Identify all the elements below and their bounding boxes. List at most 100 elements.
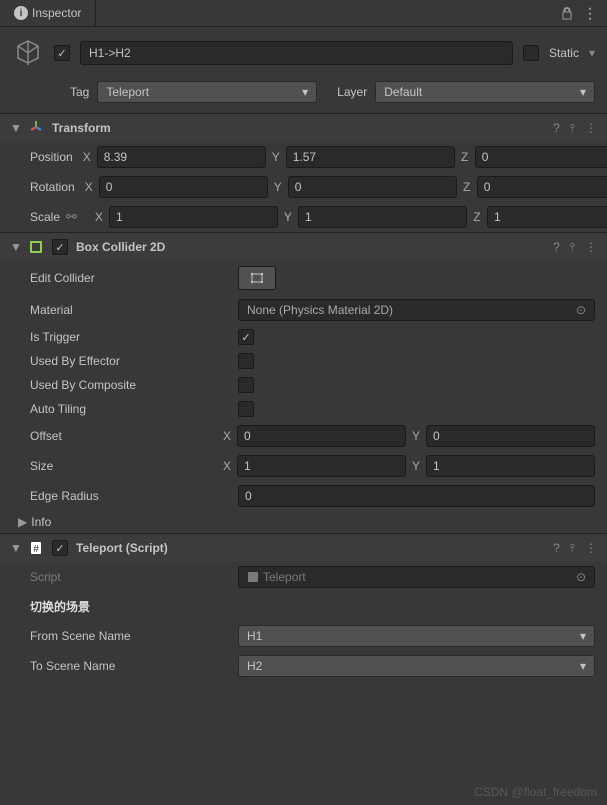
teleport-title: Teleport (Script) (76, 541, 545, 555)
box-collider-icon (28, 239, 44, 255)
size-y-input[interactable] (426, 455, 595, 477)
material-field[interactable]: None (Physics Material 2D) ⊙ (238, 299, 595, 321)
object-picker-icon[interactable]: ⊙ (576, 570, 586, 584)
static-label: Static (549, 46, 579, 60)
to-scene-dropdown[interactable]: H2▾ (238, 655, 595, 677)
svg-text:#: # (33, 544, 39, 555)
position-label: Position (30, 150, 73, 164)
scale-x-input[interactable] (109, 206, 278, 228)
teleport-header[interactable]: ▼ # Teleport (Script) ? ⫯ ⋮ (0, 534, 607, 562)
offset-y-input[interactable] (426, 425, 595, 447)
layer-dropdown[interactable]: Default▾ (375, 81, 595, 103)
gameobject-enabled-checkbox[interactable] (54, 45, 70, 61)
script-value: Teleport (263, 570, 306, 584)
section-header: 切换的场景 (0, 592, 607, 621)
offset-x-input[interactable] (237, 425, 406, 447)
size-x-input[interactable] (237, 455, 406, 477)
foldout-icon: ▶ (18, 515, 27, 529)
transform-title: Transform (52, 121, 545, 135)
inspector-header: i Inspector ⋮ (0, 0, 607, 27)
preset-icon[interactable]: ⫯ (570, 121, 575, 136)
info-label: Info (31, 515, 51, 529)
y-label: Y (270, 150, 282, 164)
teleport-component: ▼ # Teleport (Script) ? ⫯ ⋮ Script Telep… (0, 533, 607, 681)
teleport-enabled-checkbox[interactable] (52, 540, 68, 556)
box-collider-header[interactable]: ▼ Box Collider 2D ? ⫯ ⋮ (0, 233, 607, 261)
layer-value: Default (384, 85, 422, 99)
info-foldout[interactable]: ▶ Info (0, 511, 607, 533)
position-z-input[interactable] (475, 146, 607, 168)
position-x-input[interactable] (97, 146, 266, 168)
inspector-tab[interactable]: i Inspector (0, 0, 96, 26)
menu-icon[interactable]: ⋮ (583, 5, 597, 22)
rotation-label: Rotation (30, 180, 75, 194)
gameobject-name-input[interactable] (80, 41, 513, 65)
used-by-composite-label: Used By Composite (30, 378, 230, 392)
help-icon[interactable]: ? (553, 240, 560, 254)
foldout-icon: ▼ (10, 240, 20, 254)
used-by-composite-checkbox[interactable] (238, 377, 254, 393)
preset-icon[interactable]: ⫯ (570, 240, 575, 255)
info-icon: i (14, 6, 28, 20)
rotation-x-input[interactable] (99, 176, 268, 198)
script-label: Script (30, 570, 230, 584)
edit-collider-button[interactable] (238, 266, 276, 290)
transform-component: ▼ Transform ? ⫯ ⋮ Position X Y Z Rotatio… (0, 113, 607, 232)
tag-value: Teleport (106, 85, 149, 99)
gameobject-header: Static ▾ (0, 27, 607, 77)
from-scene-label: From Scene Name (30, 629, 230, 643)
scale-z-input[interactable] (487, 206, 607, 228)
used-by-effector-label: Used By Effector (30, 354, 230, 368)
scale-label: Scale ⚯ (30, 209, 85, 225)
menu-icon[interactable]: ⋮ (585, 541, 597, 555)
tab-title: Inspector (32, 6, 81, 20)
layer-label: Layer (337, 85, 367, 99)
from-scene-dropdown[interactable]: H1▾ (238, 625, 595, 647)
auto-tiling-label: Auto Tiling (30, 402, 230, 416)
menu-icon[interactable]: ⋮ (585, 121, 597, 135)
transform-icon (28, 120, 44, 136)
script-field: Teleport ⊙ (238, 566, 595, 588)
menu-icon[interactable]: ⋮ (585, 240, 597, 254)
preset-icon[interactable]: ⫯ (570, 541, 575, 556)
script-mini-icon (247, 571, 259, 583)
material-label: Material (30, 303, 230, 317)
box-collider-2d-component: ▼ Box Collider 2D ? ⫯ ⋮ Edit Collider Ma… (0, 232, 607, 533)
tag-dropdown[interactable]: Teleport▾ (97, 81, 317, 103)
box-collider-title: Box Collider 2D (76, 240, 545, 254)
object-picker-icon[interactable]: ⊙ (576, 303, 586, 317)
rotation-z-input[interactable] (477, 176, 607, 198)
position-y-input[interactable] (286, 146, 455, 168)
lock-icon[interactable] (561, 7, 573, 20)
scale-y-input[interactable] (298, 206, 467, 228)
material-value: None (Physics Material 2D) (247, 303, 393, 317)
offset-label: Offset (30, 429, 213, 443)
size-label: Size (30, 459, 213, 473)
edge-radius-input[interactable] (238, 485, 595, 507)
static-dropdown-arrow[interactable]: ▾ (589, 46, 595, 60)
foldout-icon: ▼ (10, 541, 20, 555)
help-icon[interactable]: ? (553, 121, 560, 135)
is-trigger-label: Is Trigger (30, 330, 230, 344)
edit-collider-label: Edit Collider (30, 271, 230, 285)
transform-header[interactable]: ▼ Transform ? ⫯ ⋮ (0, 114, 607, 142)
to-scene-label: To Scene Name (30, 659, 230, 673)
foldout-icon: ▼ (10, 121, 20, 135)
edge-radius-label: Edge Radius (30, 489, 230, 503)
box-collider-enabled-checkbox[interactable] (52, 239, 68, 255)
z-label: Z (459, 150, 471, 164)
help-icon[interactable]: ? (553, 541, 560, 555)
scale-link-icon[interactable]: ⚯ (66, 209, 77, 225)
static-checkbox[interactable] (523, 45, 539, 61)
watermark: CSDN @float_freedom (474, 785, 597, 799)
from-scene-value: H1 (247, 629, 262, 643)
x-label: X (81, 150, 93, 164)
to-scene-value: H2 (247, 659, 262, 673)
gameobject-icon[interactable] (12, 37, 44, 69)
used-by-effector-checkbox[interactable] (238, 353, 254, 369)
auto-tiling-checkbox[interactable] (238, 401, 254, 417)
script-icon: # (28, 540, 44, 556)
rotation-y-input[interactable] (288, 176, 457, 198)
tag-label: Tag (70, 85, 89, 99)
is-trigger-checkbox[interactable] (238, 329, 254, 345)
